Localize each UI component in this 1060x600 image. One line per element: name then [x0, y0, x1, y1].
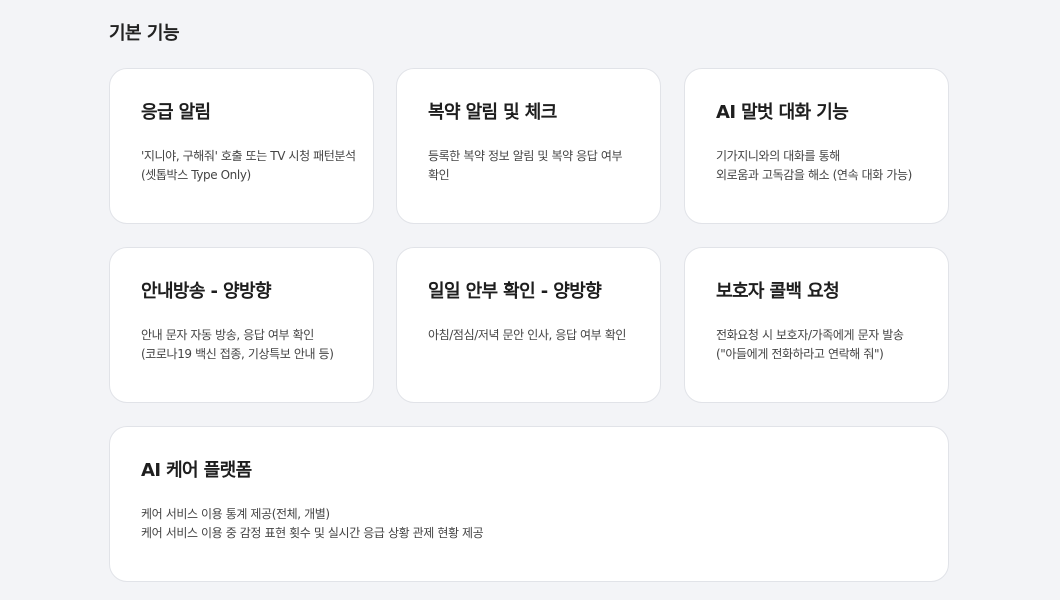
feature-card-daily-checkin: 일일 안부 확인 - 양방향 아침/점심/저녁 문안 인사, 응답 여부 확인 [396, 247, 661, 403]
card-title: 일일 안부 확인 - 양방향 [428, 281, 602, 302]
card-description: 아침/점심/저녁 문안 인사, 응답 여부 확인 [428, 326, 660, 345]
card-desc-line: 케어 서비스 이용 통계 제공(전체, 개별) [141, 507, 330, 521]
card-desc-line: (셋톱박스 Type Only) [141, 168, 251, 182]
card-desc-line: ("아들에게 전화하라고 연락해 줘") [716, 347, 884, 361]
feature-card-ai-companion: AI 말벗 대화 기능 기가지니와의 대화를 통해 외로움과 고독감을 해소 (… [684, 68, 949, 224]
card-title: 응급 알림 [141, 102, 211, 123]
card-desc-line: 케어 서비스 이용 중 감정 표현 횟수 및 실시간 응급 상황 관제 현황 제… [141, 526, 484, 540]
section-title: 기본 기능 [109, 23, 180, 44]
feature-card-ai-care-platform: AI 케어 플랫폼 케어 서비스 이용 통계 제공(전체, 개별) 케어 서비스… [109, 426, 949, 582]
card-desc-line: 아침/점심/저녁 문안 인사, 응답 여부 확인 [428, 328, 627, 342]
feature-card-medication: 복약 알림 및 체크 등록한 복약 정보 알림 및 복약 응답 여부 확인 [396, 68, 661, 224]
card-title: 복약 알림 및 체크 [428, 102, 557, 123]
card-desc-line: (코로나19 백신 접종, 기상특보 안내 등) [141, 347, 334, 361]
card-description: 전화요청 시 보호자/가족에게 문자 발송 ("아들에게 전화하라고 연락해 줘… [716, 326, 948, 364]
card-desc-line: 전화요청 시 보호자/가족에게 문자 발송 [716, 328, 904, 342]
card-desc-line: 확인 [428, 168, 450, 182]
features-page: 기본 기능 응급 알림 '지니야, 구해줘' 호출 또는 TV 시청 패턴분석 … [0, 0, 1060, 600]
feature-card-guardian-callback: 보호자 콜백 요청 전화요청 시 보호자/가족에게 문자 발송 ("아들에게 전… [684, 247, 949, 403]
card-title: AI 케어 플랫폼 [141, 460, 252, 481]
card-desc-line: 안내 문자 자동 방송, 응답 여부 확인 [141, 328, 314, 342]
card-title: 안내방송 - 양방향 [141, 281, 272, 302]
card-desc-line: 외로움과 고독감을 해소 (연속 대화 가능) [716, 168, 912, 182]
card-description: 케어 서비스 이용 통계 제공(전체, 개별) 케어 서비스 이용 중 감정 표… [141, 505, 948, 543]
card-title: AI 말벗 대화 기능 [716, 102, 849, 123]
card-desc-line: 기가지니와의 대화를 통해 [716, 149, 840, 163]
card-description: '지니야, 구해줘' 호출 또는 TV 시청 패턴분석 (셋톱박스 Type O… [141, 147, 373, 185]
card-title: 보호자 콜백 요청 [716, 281, 840, 302]
feature-card-emergency-alert: 응급 알림 '지니야, 구해줘' 호출 또는 TV 시청 패턴분석 (셋톱박스 … [109, 68, 374, 224]
feature-card-broadcast: 안내방송 - 양방향 안내 문자 자동 방송, 응답 여부 확인 (코로나19 … [109, 247, 374, 403]
card-desc-line: '지니야, 구해줘' 호출 또는 TV 시청 패턴분석 [141, 149, 356, 163]
card-description: 안내 문자 자동 방송, 응답 여부 확인 (코로나19 백신 접종, 기상특보… [141, 326, 373, 364]
card-description: 등록한 복약 정보 알림 및 복약 응답 여부 확인 [428, 147, 660, 185]
card-desc-line: 등록한 복약 정보 알림 및 복약 응답 여부 [428, 149, 623, 163]
card-description: 기가지니와의 대화를 통해 외로움과 고독감을 해소 (연속 대화 가능) [716, 147, 948, 185]
